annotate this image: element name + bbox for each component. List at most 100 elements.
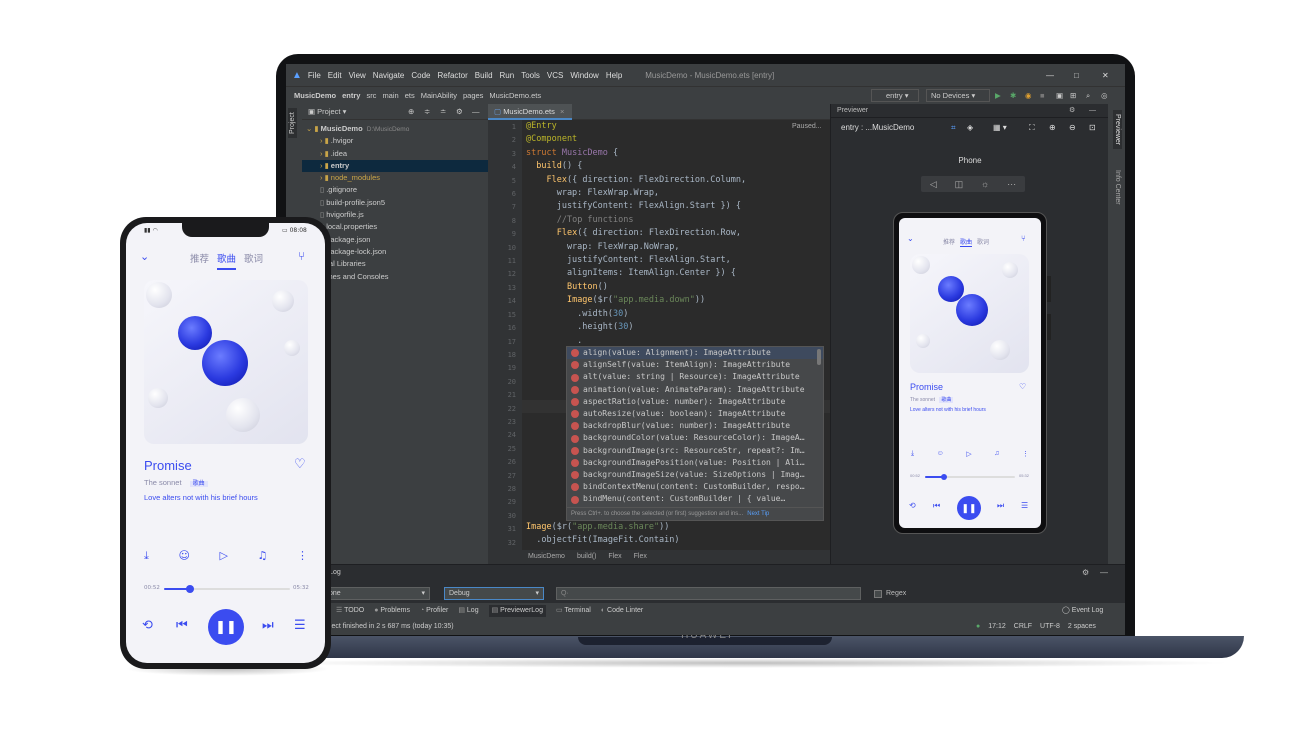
- locate-icon[interactable]: ⊕: [408, 104, 414, 120]
- autocomplete-item[interactable]: align(value: Alignment): ImageAttribute: [567, 347, 823, 360]
- device-select[interactable]: No Devices ▾: [926, 89, 990, 102]
- bottom-tab[interactable]: ◔ Profiler: [420, 605, 448, 617]
- previewer-settings-icon[interactable]: ⚙: [1069, 104, 1075, 118]
- mini-bell-icon[interactable]: ♫: [994, 450, 999, 458]
- autocomplete-item[interactable]: backdropBlur(value: number): ImageAttrib…: [567, 420, 823, 432]
- account-icon[interactable]: ◎: [1101, 91, 1108, 100]
- play-pause-button[interactable]: ❚❚: [208, 609, 244, 645]
- mini-tab-song[interactable]: 歌曲: [960, 237, 973, 247]
- mini-repeat-icon[interactable]: ⟲: [909, 501, 916, 510]
- next-icon[interactable]: ⏭: [262, 618, 274, 633]
- menu-build[interactable]: Build: [475, 71, 493, 80]
- mini-chevron-down-icon[interactable]: ⌄: [907, 234, 914, 243]
- tree-item[interactable]: › ▮ node_modules: [302, 172, 488, 184]
- tab-song[interactable]: 歌曲: [217, 251, 237, 270]
- run-icon[interactable]: ▶: [995, 91, 1001, 100]
- code-breadcrumb-item[interactable]: Flex: [608, 553, 621, 560]
- bottom-tab[interactable]: ◐ Code Linter: [601, 605, 643, 617]
- event-log-button[interactable]: ◯ Event Log: [1062, 605, 1103, 617]
- heart-icon[interactable]: ♡: [294, 457, 306, 472]
- menu-vcs[interactable]: VCS: [547, 71, 563, 80]
- log-settings-icon[interactable]: ⚙: [1082, 568, 1089, 577]
- repeat-icon[interactable]: ⟲: [142, 618, 153, 633]
- zoom-out-icon[interactable]: ⊖: [1069, 118, 1076, 138]
- close-icon[interactable]: ✕: [1102, 71, 1109, 80]
- mini-prev-icon[interactable]: ⏮: [933, 501, 940, 511]
- mini-download-icon[interactable]: ⤓: [911, 450, 914, 458]
- zoom-in-icon[interactable]: ⊕: [1049, 118, 1056, 138]
- menu-help[interactable]: Help: [606, 71, 622, 80]
- menu-view[interactable]: View: [349, 71, 366, 80]
- breadcrumb-ets[interactable]: ets: [405, 91, 415, 100]
- log-level-select[interactable]: Debug ▾: [444, 587, 544, 600]
- editor-tab-musicdemo[interactable]: ▢ MusicDemo.ets ×: [488, 104, 572, 120]
- download-icon[interactable]: ⤓: [144, 549, 149, 563]
- chevron-down-icon[interactable]: ⌄: [140, 250, 149, 263]
- device-manager-icon[interactable]: ▣: [1056, 91, 1063, 100]
- autocomplete-item[interactable]: backgroundColor(value: ResourceColor): I…: [567, 432, 823, 444]
- mini-progress-knob[interactable]: [940, 474, 947, 480]
- status-cursor-pos[interactable]: 17:12: [988, 621, 1006, 633]
- profile-icon[interactable]: ◉: [1025, 91, 1032, 100]
- progress-knob[interactable]: [186, 585, 195, 593]
- code-breadcrumb-item[interactable]: Flex: [634, 553, 647, 560]
- mini-comment-icon[interactable]: ☺: [937, 450, 944, 458]
- video-icon[interactable]: ▷: [220, 549, 228, 563]
- log-filter-select[interactable]: one ▾: [324, 587, 430, 600]
- tree-item[interactable]: ⌄ ▮ MusicDemo D:\MusicDemo: [302, 123, 488, 135]
- autocomplete-item[interactable]: animation(value: AnimateParam): ImageAtt…: [567, 384, 823, 396]
- expand-icon[interactable]: ≐: [440, 104, 446, 120]
- autocomplete-scrollbar[interactable]: [817, 349, 821, 365]
- tree-item[interactable]: ▯ build-profile.json5: [302, 197, 488, 209]
- tree-item[interactable]: › ▮ entry: [302, 159, 488, 173]
- tree-item[interactable]: ▯ local.properties: [302, 221, 488, 233]
- debug-icon[interactable]: ✱: [1010, 91, 1016, 100]
- menu-file[interactable]: File: [308, 71, 321, 80]
- stop-icon[interactable]: ■: [1040, 91, 1045, 100]
- info-center-tool-tab[interactable]: Info Center: [1113, 166, 1122, 209]
- menu-refactor[interactable]: Refactor: [438, 71, 468, 80]
- fit-icon[interactable]: ⛶: [1029, 118, 1035, 138]
- bottom-tab[interactable]: ● Problems: [374, 605, 410, 617]
- mini-share-icon[interactable]: ⑂: [1021, 234, 1026, 243]
- mini-tab-recommend[interactable]: 推荐: [943, 237, 955, 247]
- brightness-icon[interactable]: ☼: [981, 176, 989, 192]
- previous-icon[interactable]: ⏮: [176, 618, 188, 633]
- previewer-tool-tab[interactable]: Previewer: [1113, 110, 1122, 150]
- breadcrumb-file[interactable]: MusicDemo.ets: [489, 91, 541, 100]
- sdk-icon[interactable]: ⊞: [1070, 91, 1076, 100]
- status-indent[interactable]: 2 spaces: [1068, 621, 1096, 633]
- mini-play-pause-button[interactable]: ❚❚: [957, 496, 981, 520]
- previewer-hide-icon[interactable]: —: [1089, 104, 1096, 118]
- bell-icon[interactable]: ♫: [258, 549, 268, 563]
- search-everywhere-icon[interactable]: ⌕: [1086, 91, 1090, 101]
- settings-gear-icon[interactable]: ⚙: [456, 104, 463, 120]
- inspector-icon[interactable]: ⌗: [951, 118, 956, 138]
- autocomplete-item[interactable]: alt(value: string | Resource): ImageAttr…: [567, 371, 823, 383]
- log-search-input[interactable]: Q·: [556, 587, 861, 600]
- menu-window[interactable]: Window: [570, 71, 598, 80]
- autocomplete-item[interactable]: aspectRatio(value: number): ImageAttribu…: [567, 396, 823, 408]
- share-icon[interactable]: ⑂: [298, 249, 305, 263]
- autocomplete-item[interactable]: bindMenu(content: CustomBuilder | { valu…: [567, 493, 823, 505]
- more-icon[interactable]: ⋯: [1007, 176, 1016, 192]
- autocomplete-item[interactable]: backgroundImage(src: ResourceStr, repeat…: [567, 445, 823, 457]
- run-config-select[interactable]: entry ▾: [871, 89, 919, 102]
- code-breadcrumb-item[interactable]: build(): [577, 553, 596, 560]
- tab-recommend[interactable]: 推荐: [190, 251, 209, 270]
- tab-lyrics[interactable]: 歌词: [244, 251, 263, 270]
- more-vertical-icon[interactable]: ⋮: [297, 549, 308, 563]
- bottom-tab[interactable]: ▤ Log: [458, 605, 478, 617]
- maximize-icon[interactable]: □: [1074, 71, 1079, 80]
- rotate-icon[interactable]: ◫: [955, 176, 964, 192]
- tree-item[interactable]: ▯ hvigorfile.js: [302, 209, 488, 221]
- breadcrumb-main[interactable]: main: [382, 91, 398, 100]
- hide-panel-icon[interactable]: —: [472, 104, 480, 120]
- mini-more-icon[interactable]: ⋮: [1022, 450, 1029, 458]
- code-breadcrumb-item[interactable]: MusicDemo: [528, 553, 565, 560]
- original-size-icon[interactable]: ⊡: [1089, 118, 1096, 138]
- autocomplete-item[interactable]: bindContextMenu(content: CustomBuilder, …: [567, 481, 823, 493]
- grid-view-icon[interactable]: ▦ ▾: [993, 118, 1007, 138]
- autocomplete-item[interactable]: alignSelf(value: ItemAlign): ImageAttrib…: [567, 359, 823, 371]
- menu-edit[interactable]: Edit: [328, 71, 342, 80]
